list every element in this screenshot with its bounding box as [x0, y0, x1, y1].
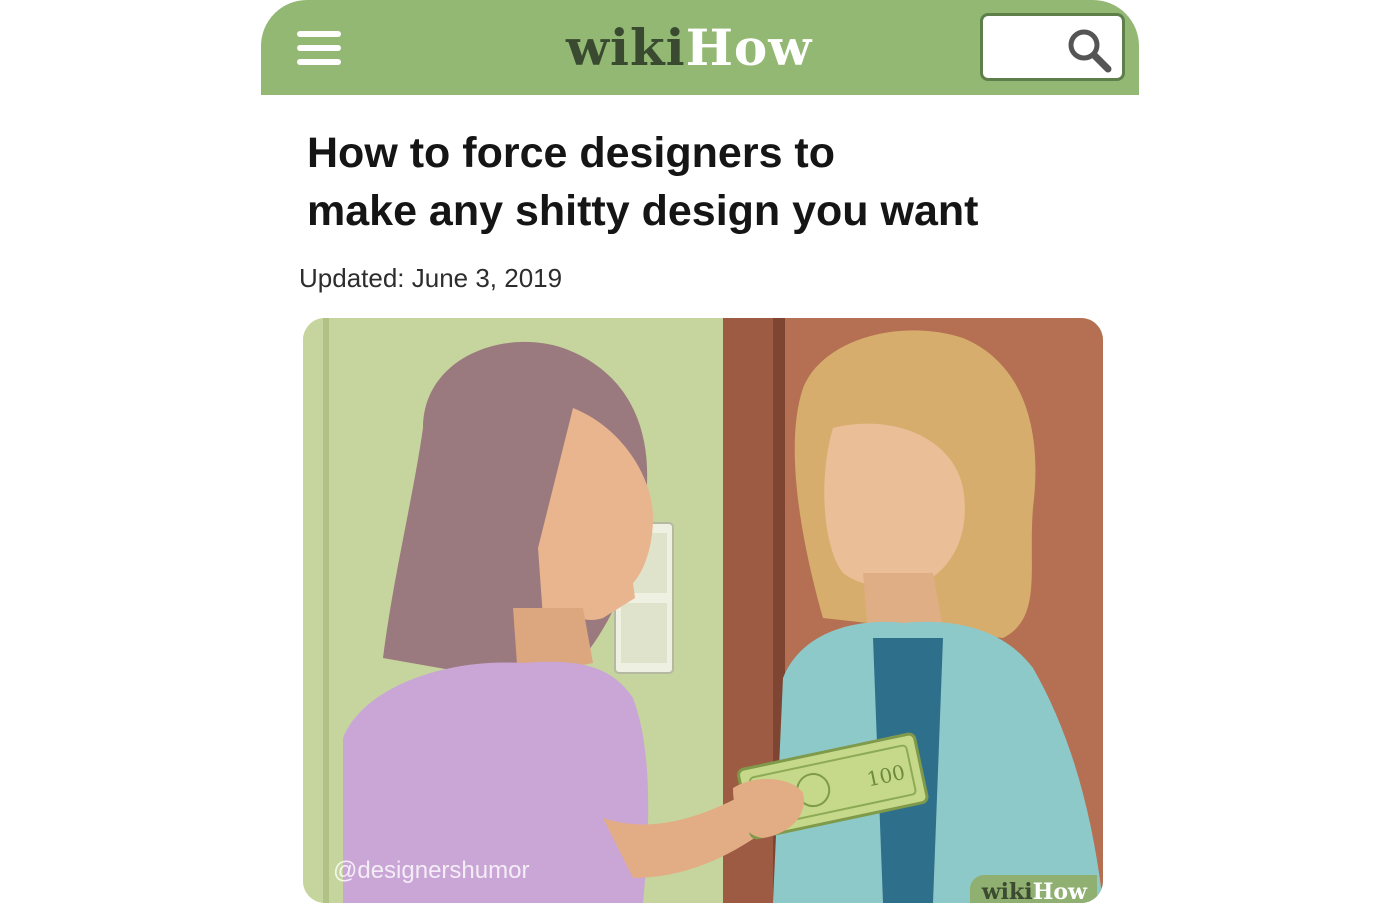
article-title: How to force designers to make any shitt… — [307, 129, 979, 235]
search-box[interactable] — [980, 13, 1125, 81]
top-navigation-bar: wikiHow — [261, 0, 1139, 95]
illustration-logo-wiki: wiki — [981, 879, 1033, 903]
phone-screen: wikiHow How to force designers to make a… — [261, 0, 1139, 908]
watermark-text: @designershumor — [333, 857, 530, 884]
illustration-drawing: 100 — [303, 318, 1103, 903]
logo-how-text: How — [685, 18, 813, 77]
wikihow-logo[interactable]: wikiHow — [566, 18, 812, 78]
illustration-wikihow-logo: wikiHow — [969, 875, 1097, 903]
logo-wiki-text: wiki — [566, 18, 686, 77]
search-icon[interactable] — [1066, 27, 1112, 73]
illustration-logo-how: How — [1032, 879, 1087, 903]
hamburger-menu-icon[interactable] — [297, 31, 341, 65]
updated-date: Updated: June 3, 2019 — [299, 263, 563, 293]
article-illustration: 100 @designershumor wikiHow — [303, 318, 1103, 903]
